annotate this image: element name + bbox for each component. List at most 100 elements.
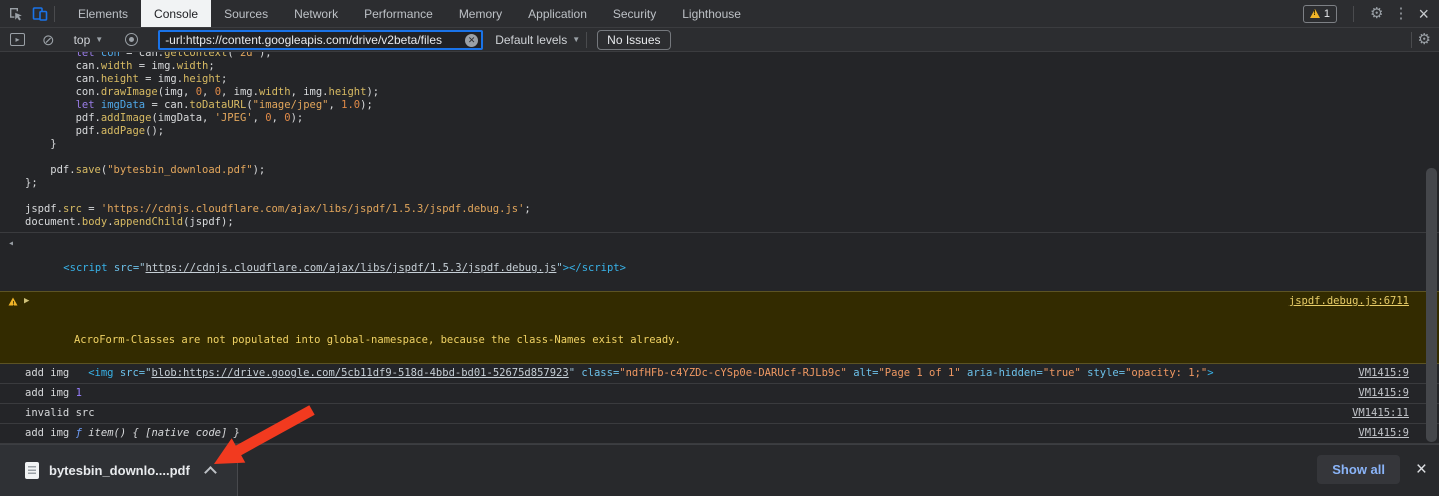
code-token: imgData xyxy=(101,99,145,111)
show-all-button[interactable]: Show all xyxy=(1317,455,1400,484)
code-token: width xyxy=(177,60,209,72)
code-token: , xyxy=(202,86,215,98)
code-token: = xyxy=(82,203,101,215)
code-token: src xyxy=(63,203,82,215)
code-token: , xyxy=(253,112,266,124)
tab-lighthouse[interactable]: Lighthouse xyxy=(669,0,754,27)
tab-memory[interactable]: Memory xyxy=(446,0,515,27)
code-token: ; xyxy=(221,73,227,85)
code-token: }; xyxy=(25,177,38,189)
code-token: let xyxy=(76,52,95,59)
log-message: invalid src xyxy=(0,404,1344,423)
close-shelf-icon[interactable]: × xyxy=(1416,459,1427,481)
code-token: getContext xyxy=(164,52,227,59)
url-link[interactable]: blob:https://drive.google.com/5cb11df9-5… xyxy=(151,367,568,379)
code-token: body xyxy=(82,216,107,228)
tab-sources[interactable]: Sources xyxy=(211,0,281,27)
console-filter-input[interactable] xyxy=(158,30,483,50)
return-value-icon: ◂ xyxy=(8,237,14,250)
code-line: can.height = img.height; xyxy=(0,73,1439,86)
log-row: invalid srcVM1415:11 xyxy=(0,403,1439,423)
code-line: pdf.addImage(imgData, 'JPEG', 0, 0); xyxy=(0,112,1439,125)
code-token: "Page 1 of 1" xyxy=(878,367,960,379)
code-token: = img. xyxy=(139,73,183,85)
code-token: height xyxy=(183,73,221,85)
vertical-scrollbar[interactable] xyxy=(1426,168,1437,442)
clear-filter-icon[interactable]: ✕ xyxy=(465,34,478,47)
close-devtools-icon[interactable]: × xyxy=(1418,5,1429,23)
code-token: appendChild xyxy=(114,216,184,228)
log-rows: add img <img src="blob:https://drive.goo… xyxy=(0,364,1439,444)
warning-source-link[interactable]: jspdf.debug.js:6711 xyxy=(1281,292,1439,363)
divider xyxy=(586,32,587,48)
divider xyxy=(1411,32,1412,48)
live-expression-eye-icon[interactable] xyxy=(125,33,138,46)
code-token: = can. xyxy=(145,99,189,111)
inspect-element-icon[interactable] xyxy=(8,6,24,22)
source-link[interactable]: VM1415:11 xyxy=(1344,404,1439,423)
divider xyxy=(54,6,55,22)
no-issues-button[interactable]: No Issues xyxy=(597,30,670,50)
more-options-icon[interactable]: ⋮ xyxy=(1393,6,1408,21)
chevron-up-icon[interactable] xyxy=(204,466,217,479)
tab-elements[interactable]: Elements xyxy=(65,0,141,27)
code-token: addImage xyxy=(101,112,152,124)
echoed-code: let con = can.getContext('2d'); can.widt… xyxy=(0,52,1439,229)
code-token: (imgData, xyxy=(151,112,214,124)
code-token: ); xyxy=(259,52,272,59)
expand-arrow-icon[interactable]: ▶ xyxy=(24,295,29,308)
console-settings-gear-icon[interactable]: ⚙ xyxy=(1418,32,1431,47)
code-token: aria-hidden= xyxy=(967,367,1043,379)
code-token: pdf. xyxy=(25,164,76,176)
chevron-down-icon: ▼ xyxy=(572,35,580,44)
tab-application[interactable]: Application xyxy=(515,0,600,27)
code-line: pdf.addPage(); xyxy=(0,125,1439,138)
code-token: (jspdf); xyxy=(183,216,234,228)
clear-console-icon[interactable]: ⊘ xyxy=(42,31,55,49)
devtools-tab-bar: ElementsConsoleSourcesNetworkPerformance… xyxy=(0,0,1439,28)
code-token: jspdf. xyxy=(25,203,63,215)
code-token xyxy=(25,99,76,111)
divider xyxy=(1353,6,1354,22)
code-line: pdf.save("bytesbin_download.pdf"); xyxy=(0,164,1439,177)
log-levels-dropdown[interactable]: Default levels ▼ xyxy=(495,33,580,47)
tab-console[interactable]: Console xyxy=(141,0,211,27)
panel-tabs: ElementsConsoleSourcesNetworkPerformance… xyxy=(65,0,754,27)
download-shelf: bytesbin_downlo....pdf Show all × xyxy=(0,444,1439,496)
console-warning-row: ▶ AcroForm-Classes are not populated int… xyxy=(0,291,1439,364)
code-token xyxy=(25,52,76,59)
code-token: item() { [native code] } xyxy=(88,427,240,439)
code-token: con xyxy=(101,52,120,59)
code-token: addPage xyxy=(101,125,145,137)
url-link[interactable]: https://cdnjs.cloudflare.com/ajax/libs/j… xyxy=(146,262,557,274)
pdf-file-icon xyxy=(25,462,39,479)
issues-count: 1 xyxy=(1324,8,1330,20)
tab-network[interactable]: Network xyxy=(281,0,351,27)
code-token: style= xyxy=(1087,367,1125,379)
code-line xyxy=(0,151,1439,164)
code-token: height xyxy=(101,73,139,85)
code-token: con. xyxy=(25,86,101,98)
code-token: , xyxy=(272,112,285,124)
console-sidebar-icon[interactable]: ▸ xyxy=(10,33,25,46)
code-token: ); xyxy=(291,112,304,124)
execution-context-selector[interactable]: top ▼ xyxy=(74,33,104,47)
code-token: class= xyxy=(581,367,619,379)
code-token: drawImage xyxy=(101,86,158,98)
eval-result-row: ◂ <script src="https://cdnjs.cloudflare.… xyxy=(0,232,1439,291)
issues-warning-badge[interactable]: 1 xyxy=(1303,5,1337,23)
settings-gear-icon[interactable]: ⚙ xyxy=(1370,6,1383,21)
code-token: pdf. xyxy=(25,112,101,124)
code-token: 'JPEG' xyxy=(215,112,253,124)
tab-security[interactable]: Security xyxy=(600,0,669,27)
context-label: top xyxy=(74,33,91,47)
code-token: toDataURL xyxy=(189,99,246,111)
tab-performance[interactable]: Performance xyxy=(351,0,446,27)
code-token: ƒ xyxy=(76,427,89,439)
code-token: width xyxy=(259,86,291,98)
log-row: add img ƒ item() { [native code] }VM1415… xyxy=(0,423,1439,443)
toggle-device-toolbar-icon[interactable] xyxy=(32,6,48,22)
log-row: add img <img src="blob:https://drive.goo… xyxy=(0,364,1439,383)
downloaded-file-item[interactable]: bytesbin_downlo....pdf xyxy=(0,445,238,496)
code-token: height xyxy=(329,86,367,98)
